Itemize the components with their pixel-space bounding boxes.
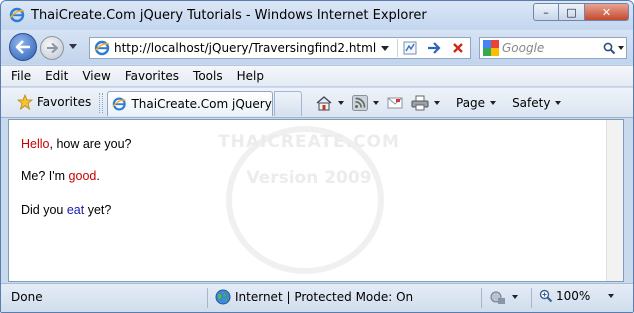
highlight-hello: Hello bbox=[21, 137, 50, 151]
home-button[interactable] bbox=[315, 93, 333, 113]
safety-dropdown[interactable] bbox=[555, 101, 562, 105]
paragraph-2-text-after: . bbox=[96, 169, 100, 183]
tab-active[interactable]: ThaiCreate.Com jQuery ... bbox=[107, 91, 273, 116]
new-tab-button[interactable] bbox=[274, 91, 302, 116]
forward-button[interactable] bbox=[40, 36, 64, 60]
paragraph-2-text-before: Me? I'm bbox=[21, 169, 69, 183]
ie-logo-icon bbox=[94, 40, 110, 56]
recent-pages-dropdown[interactable] bbox=[69, 44, 77, 49]
globe-icon bbox=[215, 289, 231, 305]
menu-bar: File Edit View Favorites Tools Help bbox=[1, 65, 633, 87]
window-title: ThaiCreate.Com jQuery Tutorials - Window… bbox=[31, 7, 427, 23]
watermark: THAICREATE.COM Version 2009 bbox=[194, 122, 424, 278]
read-mail-icon bbox=[387, 97, 403, 109]
page-menu-button[interactable]: Page bbox=[456, 96, 485, 110]
protected-mode-icon bbox=[490, 291, 505, 304]
go-button[interactable] bbox=[422, 38, 446, 58]
menu-tools[interactable]: Tools bbox=[193, 69, 223, 83]
search-box[interactable]: Google bbox=[479, 37, 627, 59]
back-arrow-icon bbox=[15, 40, 30, 54]
feeds-button[interactable] bbox=[352, 93, 368, 113]
protected-mode-dropdown[interactable] bbox=[512, 295, 518, 299]
watermark-seal bbox=[226, 126, 384, 274]
status-bar: Done Internet | Protected Mode: On 100% bbox=[1, 283, 633, 312]
forward-arrow-icon bbox=[47, 43, 58, 53]
highlight-eat: eat bbox=[66, 203, 85, 217]
paragraph-1: Hello, how are you? bbox=[21, 137, 132, 151]
compatibility-view-icon bbox=[403, 41, 417, 55]
compatibility-view-button[interactable] bbox=[398, 38, 422, 58]
zone-text: Internet | Protected Mode: On bbox=[235, 290, 414, 304]
separator bbox=[531, 288, 532, 308]
read-mail-button[interactable] bbox=[387, 93, 403, 113]
window-controls: – □ ✕ bbox=[533, 3, 629, 21]
paragraph-3-text-after: yet? bbox=[84, 203, 112, 217]
protected-mode-button[interactable] bbox=[489, 289, 526, 305]
address-dropdown-button[interactable] bbox=[381, 45, 389, 51]
separator bbox=[481, 288, 482, 308]
paragraph-3-text-before: Did you bbox=[21, 203, 67, 217]
zoom-button[interactable]: 100% bbox=[539, 289, 622, 303]
tab-title: ThaiCreate.Com jQuery ... bbox=[131, 97, 272, 111]
rss-feed-icon bbox=[352, 95, 368, 111]
vertical-scrollbar[interactable] bbox=[606, 120, 623, 281]
ie-logo-icon bbox=[9, 7, 25, 23]
search-icon bbox=[603, 42, 615, 54]
print-button[interactable] bbox=[411, 93, 429, 113]
search-input[interactable]: Google bbox=[502, 41, 600, 55]
highlight-good: good bbox=[68, 169, 97, 183]
zoom-dropdown[interactable] bbox=[608, 294, 615, 298]
home-dropdown[interactable] bbox=[338, 101, 344, 105]
search-options-dropdown[interactable] bbox=[617, 46, 624, 50]
paragraph-3: Did you eat yet? bbox=[21, 203, 111, 217]
back-button[interactable] bbox=[9, 33, 37, 61]
stop-icon bbox=[453, 43, 463, 53]
google-logo-icon bbox=[483, 40, 499, 56]
command-tools: Page Safety bbox=[315, 93, 569, 113]
maximize-button[interactable]: □ bbox=[559, 3, 585, 21]
minimize-button[interactable]: – bbox=[533, 3, 559, 21]
menu-file[interactable]: File bbox=[11, 69, 31, 83]
go-arrow-icon bbox=[428, 42, 441, 54]
separator bbox=[207, 288, 208, 308]
print-icon bbox=[411, 95, 429, 111]
paragraph-2: Me? I'm good. bbox=[21, 169, 100, 183]
home-icon bbox=[316, 96, 332, 111]
address-input[interactable]: http://localhost/jQuery/Traversingfind2.… bbox=[114, 41, 381, 55]
favorites-button[interactable]: Favorites bbox=[17, 94, 91, 110]
watermark-line2: Version 2009 bbox=[246, 168, 372, 188]
menu-edit[interactable]: Edit bbox=[45, 69, 68, 83]
paragraph-1-text: , how are you? bbox=[49, 137, 132, 151]
menu-help[interactable]: Help bbox=[237, 69, 264, 83]
page-dropdown[interactable] bbox=[490, 101, 497, 105]
menu-view[interactable]: View bbox=[82, 69, 110, 83]
close-button[interactable]: ✕ bbox=[585, 3, 629, 21]
status-text: Done bbox=[11, 290, 43, 304]
feeds-dropdown[interactable] bbox=[373, 101, 379, 105]
safety-menu-button[interactable]: Safety bbox=[512, 96, 550, 110]
menu-favorites[interactable]: Favorites bbox=[125, 69, 179, 83]
zoom-level: 100% bbox=[556, 289, 591, 303]
favorites-star-icon bbox=[17, 94, 33, 110]
search-button[interactable] bbox=[600, 42, 626, 55]
command-bar: Favorites ThaiCreate.Com jQuery ... Page… bbox=[1, 88, 633, 118]
toolbar-grip bbox=[99, 93, 103, 113]
page-content: THAICREATE.COM Version 2009 Hello, how a… bbox=[8, 119, 624, 282]
stop-button[interactable] bbox=[446, 38, 470, 58]
watermark-line1: THAICREATE.COM bbox=[218, 132, 400, 152]
navigation-bar: http://localhost/jQuery/Traversingfind2.… bbox=[1, 30, 633, 64]
print-dropdown[interactable] bbox=[434, 101, 440, 105]
ie-logo-icon bbox=[112, 97, 126, 111]
address-bar: http://localhost/jQuery/Traversingfind2.… bbox=[89, 37, 471, 59]
zoom-icon bbox=[539, 289, 553, 303]
favorites-label: Favorites bbox=[37, 95, 92, 109]
security-zone[interactable]: Internet | Protected Mode: On bbox=[215, 289, 413, 305]
title-bar: ThaiCreate.Com jQuery Tutorials - Window… bbox=[1, 1, 633, 29]
browser-window: ThaiCreate.Com jQuery Tutorials - Window… bbox=[0, 0, 634, 313]
